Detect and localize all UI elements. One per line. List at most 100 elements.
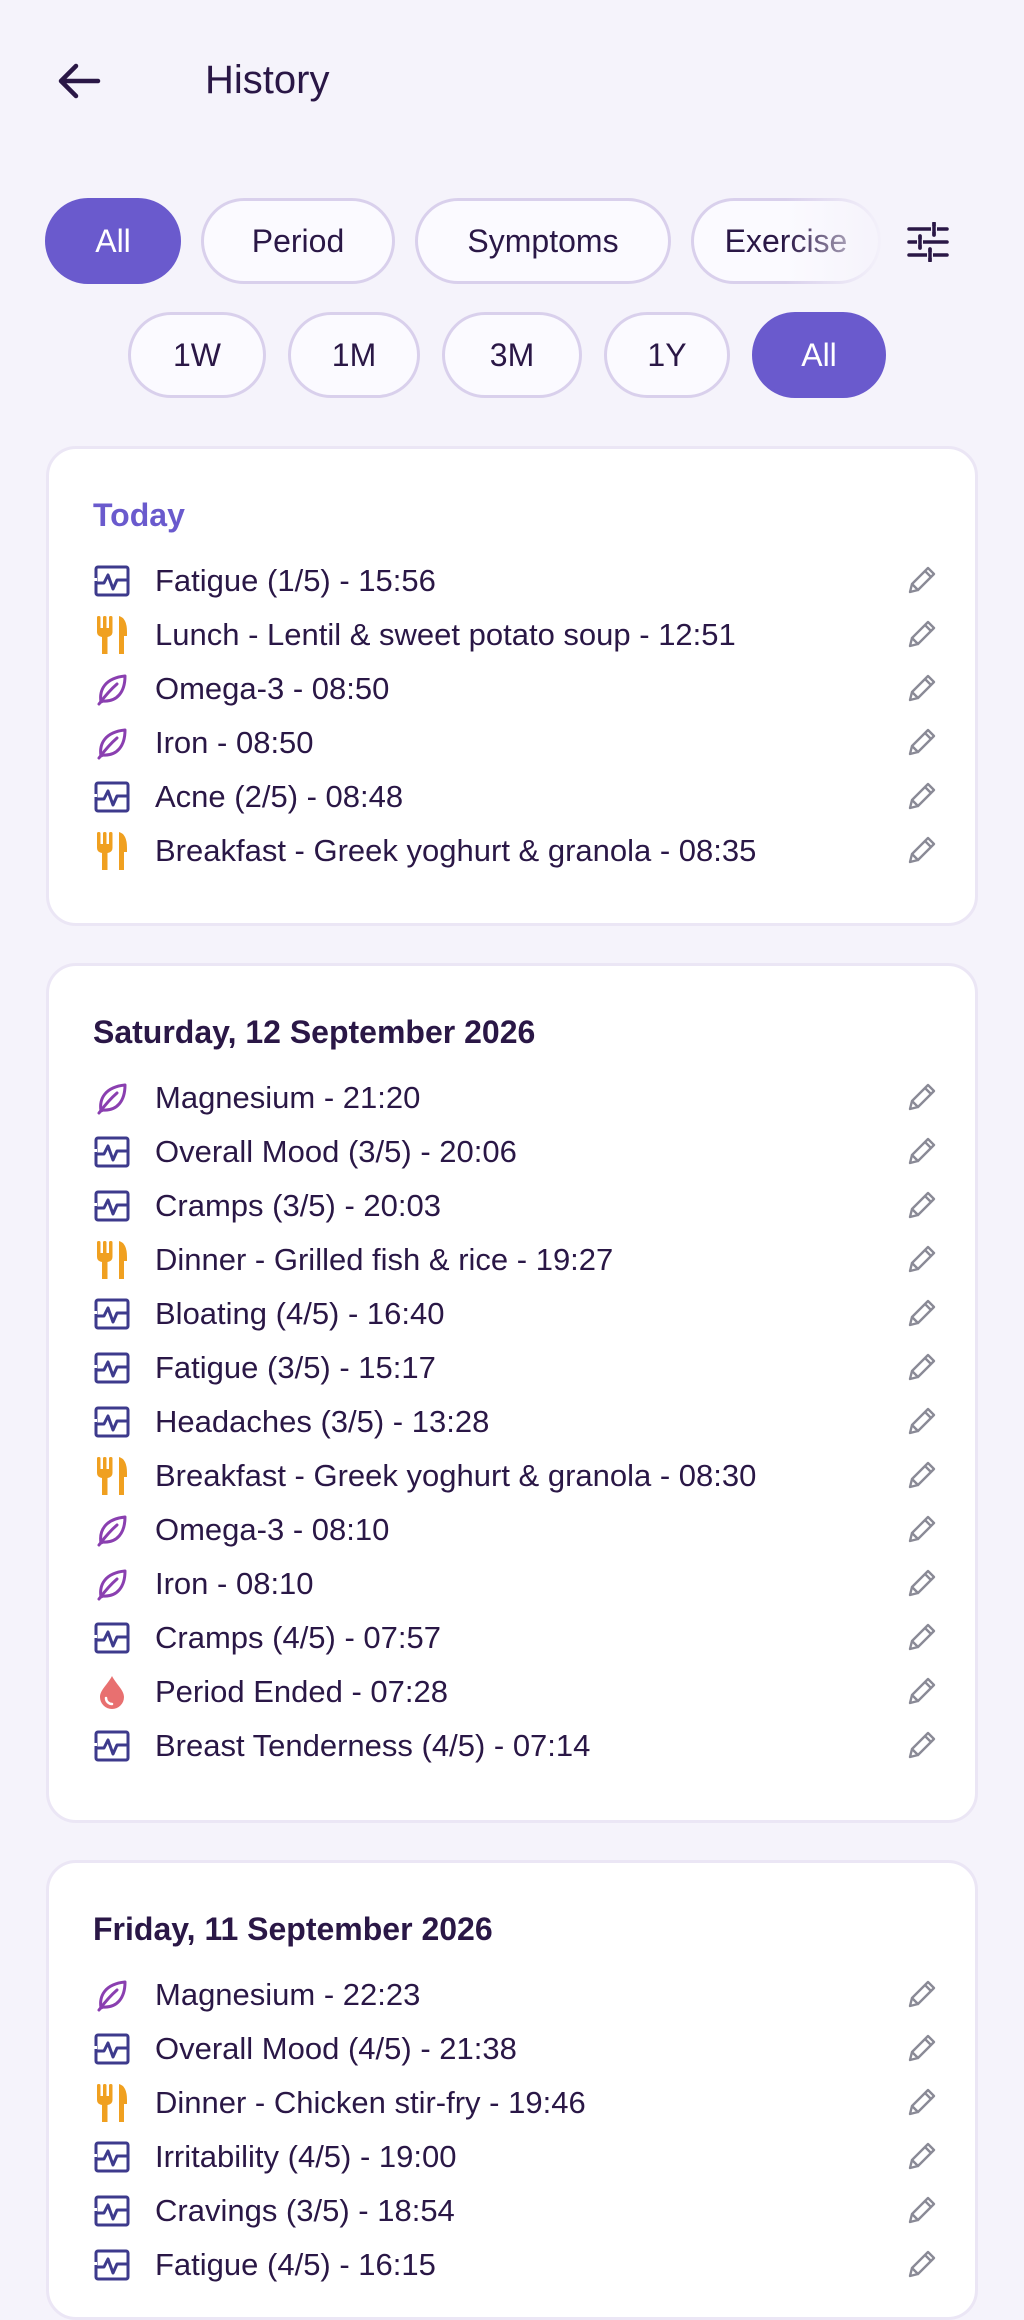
entry-label: Fatigue (4/5) - 16:15: [155, 2247, 436, 2282]
history-entry[interactable]: Irritability (4/5) - 19:00: [93, 2130, 943, 2184]
day-card: Saturday, 12 September 2026 Magnesium - 2…: [46, 963, 978, 1823]
history-entry[interactable]: Bloating (4/5) - 16:40: [93, 1287, 943, 1341]
meal-icon: [93, 2084, 131, 2122]
entry-label: Iron - 08:50: [155, 725, 314, 760]
symptom-icon: [93, 2138, 131, 2176]
edit-pencil-icon[interactable]: [899, 1454, 943, 1498]
range-chip-3m[interactable]: 3M: [442, 312, 582, 398]
symptom-icon: [93, 1727, 131, 1765]
edit-pencil-icon[interactable]: [899, 559, 943, 603]
entry-label: Lunch - Lentil & sweet potato soup - 12:…: [155, 617, 736, 652]
edit-pencil-icon[interactable]: [899, 1400, 943, 1444]
history-entry[interactable]: Headaches (3/5) - 13:28: [93, 1395, 943, 1449]
entry-label: Dinner - Chicken stir-fry - 19:46: [155, 2085, 586, 2120]
edit-pencil-icon[interactable]: [899, 1292, 943, 1336]
symptom-icon: [93, 1295, 131, 1333]
edit-pencil-icon[interactable]: [899, 1724, 943, 1768]
range-chip-all[interactable]: All: [752, 312, 886, 398]
history-entry[interactable]: Overall Mood (3/5) - 20:06: [93, 1125, 943, 1179]
history-entry[interactable]: Omega-3 - 08:10: [93, 1503, 943, 1557]
edit-pencil-icon[interactable]: [899, 2189, 943, 2233]
history-entry[interactable]: Omega-3 - 08:50: [93, 662, 943, 716]
category-chip-period[interactable]: Period: [201, 198, 395, 284]
entry-label: Breakfast - Greek yoghurt & granola - 08…: [155, 833, 757, 868]
history-entry[interactable]: Fatigue (4/5) - 16:15: [93, 2238, 943, 2292]
category-filter-bar: All Period Symptoms Exercise: [0, 198, 1024, 286]
entry-label: Omega-3 - 08:50: [155, 671, 390, 706]
arrow-left-icon: [58, 63, 101, 99]
edit-pencil-icon[interactable]: [899, 1670, 943, 1714]
edit-pencil-icon[interactable]: [899, 1238, 943, 1282]
history-entry[interactable]: Cramps (3/5) - 20:03: [93, 1179, 943, 1233]
edit-pencil-icon[interactable]: [899, 775, 943, 819]
history-entry[interactable]: Breast Tenderness (4/5) - 07:14: [93, 1719, 943, 1773]
symptom-icon: [93, 562, 131, 600]
entry-label: Iron - 08:10: [155, 1566, 314, 1601]
supplement-icon: [93, 670, 131, 708]
edit-pencil-icon[interactable]: [899, 1184, 943, 1228]
category-chips[interactable]: All Period Symptoms Exercise: [45, 198, 905, 286]
entry-label: Acne (2/5) - 08:48: [155, 779, 404, 814]
day-card-title: Today: [93, 497, 185, 533]
edit-pencil-icon[interactable]: [899, 721, 943, 765]
history-entry[interactable]: Acne (2/5) - 08:48: [93, 770, 943, 824]
edit-pencil-icon[interactable]: [899, 613, 943, 657]
period-icon: [93, 1673, 131, 1711]
range-chip-1m[interactable]: 1M: [288, 312, 420, 398]
history-entry[interactable]: Cramps (4/5) - 07:57: [93, 1611, 943, 1665]
edit-pencil-icon[interactable]: [899, 2135, 943, 2179]
supplement-icon: [93, 1976, 131, 2014]
history-entry[interactable]: Period Ended - 07:28: [93, 1665, 943, 1719]
edit-pencil-icon[interactable]: [899, 829, 943, 873]
entry-label: Breast Tenderness (4/5) - 07:14: [155, 1728, 591, 1763]
history-entry[interactable]: Magnesium - 21:20: [93, 1071, 943, 1125]
history-entry[interactable]: Iron - 08:10: [93, 1557, 943, 1611]
edit-pencil-icon[interactable]: [899, 2027, 943, 2071]
entry-label: Fatigue (1/5) - 15:56: [155, 563, 436, 598]
history-entry[interactable]: Breakfast - Greek yoghurt & granola - 08…: [93, 1449, 943, 1503]
entry-label: Dinner - Grilled fish & rice - 19:27: [155, 1242, 614, 1277]
filter-settings-button[interactable]: [902, 216, 954, 268]
history-entry[interactable]: Dinner - Grilled fish & rice - 19:27: [93, 1233, 943, 1287]
edit-pencil-icon[interactable]: [899, 1562, 943, 1606]
history-entry[interactable]: Fatigue (3/5) - 15:17: [93, 1341, 943, 1395]
history-entry[interactable]: Magnesium - 22:23: [93, 1968, 943, 2022]
entry-label: Cramps (3/5) - 20:03: [155, 1188, 441, 1223]
history-entry[interactable]: Fatigue (1/5) - 15:56: [93, 554, 943, 608]
edit-pencil-icon[interactable]: [899, 1616, 943, 1660]
entry-label: Magnesium - 22:23: [155, 1977, 421, 2012]
category-chip-exercise[interactable]: Exercise: [691, 198, 881, 284]
meal-icon: [93, 1457, 131, 1495]
edit-pencil-icon[interactable]: [899, 2243, 943, 2287]
history-entry[interactable]: Overall Mood (4/5) - 21:38: [93, 2022, 943, 2076]
page-title: History: [205, 58, 330, 102]
day-card: Today Fatigue (1/5) - 15:56 Lunch - Lentil…: [46, 446, 978, 926]
category-chip-all[interactable]: All: [45, 198, 181, 284]
meal-icon: [93, 616, 131, 654]
supplement-icon: [93, 1079, 131, 1117]
entry-label: Cramps (4/5) - 07:57: [155, 1620, 441, 1655]
entry-label: Bloating (4/5) - 16:40: [155, 1296, 445, 1331]
edit-pencil-icon[interactable]: [899, 1076, 943, 1120]
back-button[interactable]: [50, 52, 108, 110]
app-header: History: [0, 0, 1024, 165]
history-entry[interactable]: Cravings (3/5) - 18:54: [93, 2184, 943, 2238]
history-entry[interactable]: Iron - 08:50: [93, 716, 943, 770]
history-entry[interactable]: Breakfast - Greek yoghurt & granola - 08…: [93, 824, 943, 878]
edit-pencil-icon[interactable]: [899, 2081, 943, 2125]
edit-pencil-icon[interactable]: [899, 1508, 943, 1552]
symptom-icon: [93, 2192, 131, 2230]
day-card: Friday, 11 September 2026 Magnesium - 22:…: [46, 1860, 978, 2320]
range-chip-1w[interactable]: 1W: [128, 312, 266, 398]
category-chip-symptoms[interactable]: Symptoms: [415, 198, 671, 284]
history-entry[interactable]: Lunch - Lentil & sweet potato soup - 12:…: [93, 608, 943, 662]
history-entry[interactable]: Dinner - Chicken stir-fry - 19:46: [93, 2076, 943, 2130]
entry-label: Irritability (4/5) - 19:00: [155, 2139, 457, 2174]
range-chip-1y[interactable]: 1Y: [604, 312, 730, 398]
edit-pencil-icon[interactable]: [899, 1346, 943, 1390]
edit-pencil-icon[interactable]: [899, 667, 943, 711]
edit-pencil-icon[interactable]: [899, 1973, 943, 2017]
edit-pencil-icon[interactable]: [899, 1130, 943, 1174]
symptom-icon: [93, 1133, 131, 1171]
meal-icon: [93, 832, 131, 870]
